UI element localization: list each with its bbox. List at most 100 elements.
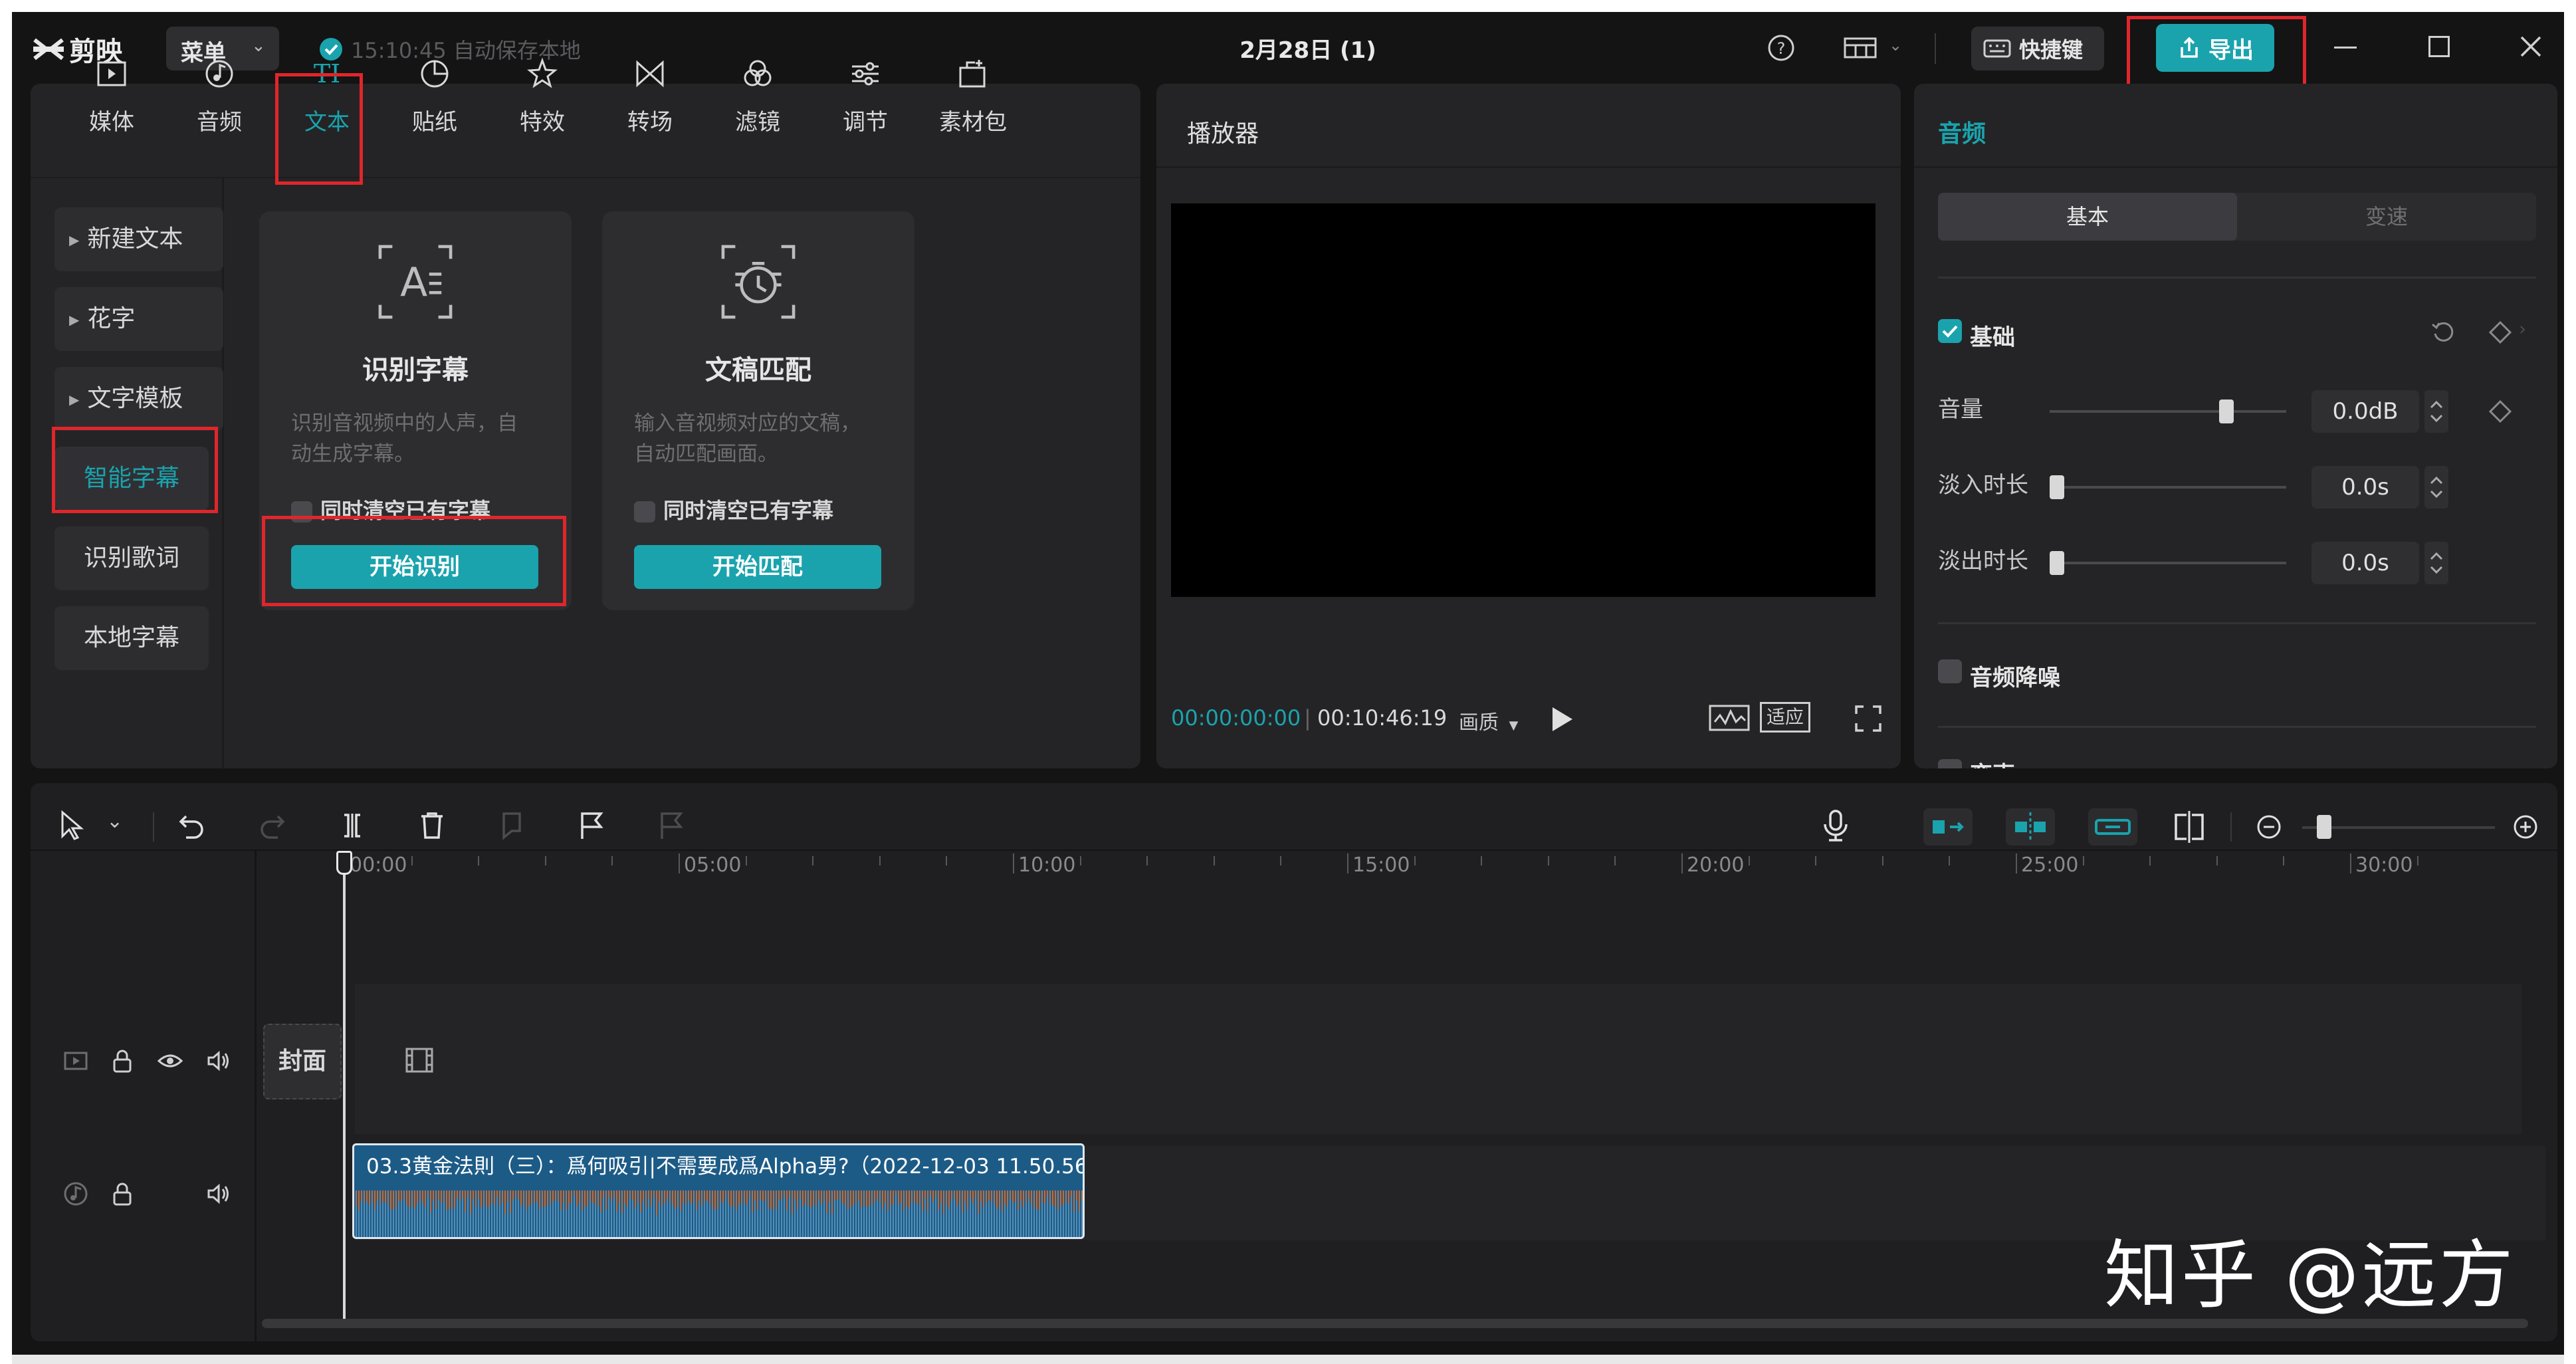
linkage-button[interactable] bbox=[2088, 808, 2137, 846]
quality-dropdown[interactable]: 画质 ▼ bbox=[1459, 706, 1518, 735]
help-icon[interactable]: ? bbox=[1767, 33, 1796, 62]
microphone-icon[interactable] bbox=[1821, 808, 1850, 843]
tab-transition[interactable]: 转场 bbox=[610, 52, 690, 136]
tab-material-pack[interactable]: 素材包 bbox=[933, 52, 1013, 136]
audio-icon bbox=[205, 60, 233, 88]
tab-basic[interactable]: 基本 bbox=[1938, 193, 2237, 241]
fit-button[interactable]: 适应 bbox=[1760, 702, 1810, 733]
fade-out-slider-handle[interactable] bbox=[2050, 551, 2064, 575]
tab-speed[interactable]: 变速 bbox=[2237, 193, 2536, 241]
link-icon bbox=[2095, 819, 2131, 835]
eye-icon[interactable] bbox=[157, 1048, 183, 1074]
sidebar-item[interactable]: ▶ 文字模板 bbox=[54, 367, 223, 431]
auto-snap-button[interactable] bbox=[2006, 808, 2055, 846]
cover-button[interactable]: 封面 bbox=[263, 1024, 342, 1099]
tab-sticker[interactable]: 贴纸 bbox=[395, 52, 475, 136]
card-title: 识别字幕 bbox=[362, 355, 469, 386]
shortcut-button[interactable]: 快捷键 bbox=[1971, 27, 2104, 70]
fullscreen-icon[interactable] bbox=[1854, 705, 1882, 733]
sidebar-item[interactable]: ▶ 花字 bbox=[54, 287, 223, 351]
card-description: 输入音视频对应的文稿， 自动匹配画面。 bbox=[634, 411, 861, 466]
tab-effects[interactable]: 特效 bbox=[502, 52, 582, 136]
ruler-tick bbox=[946, 856, 948, 865]
voice-change-checkbox[interactable] bbox=[1938, 759, 1962, 768]
sidebar-item[interactable]: 本地字幕 bbox=[54, 606, 209, 670]
fade-in-slider-track[interactable] bbox=[2050, 486, 2286, 489]
track-header-column bbox=[31, 851, 257, 1341]
lock-icon[interactable] bbox=[109, 1181, 136, 1207]
close-icon[interactable] bbox=[2519, 35, 2543, 58]
caret-down-icon: ▼ bbox=[1509, 719, 1519, 733]
volume-slider-handle[interactable] bbox=[2219, 399, 2234, 423]
ruler-tick bbox=[2016, 853, 2017, 873]
minimize-icon[interactable] bbox=[2334, 47, 2357, 49]
playhead-handle[interactable] bbox=[336, 851, 352, 875]
chevron-down-icon[interactable]: ⌄ bbox=[106, 810, 123, 833]
chevron-right-icon: › bbox=[2519, 318, 2527, 340]
player-header-divider bbox=[1156, 166, 1901, 168]
start-match-button[interactable]: 开始匹配 bbox=[634, 545, 881, 589]
delete-icon[interactable] bbox=[417, 811, 447, 840]
volume-stepper[interactable] bbox=[2424, 390, 2448, 433]
fade-in-stepper[interactable] bbox=[2424, 466, 2448, 509]
zoom-in-icon[interactable] bbox=[2512, 814, 2539, 840]
freeze-frame-icon[interactable] bbox=[497, 811, 526, 840]
waveform-icon[interactable] bbox=[1708, 702, 1751, 734]
reset-icon[interactable] bbox=[2430, 319, 2456, 346]
lock-icon[interactable] bbox=[109, 1048, 136, 1074]
ruler-label: 25:00 bbox=[2021, 853, 2079, 877]
ruler-label: 00:00 bbox=[350, 853, 407, 877]
tab-label: 调节 bbox=[843, 109, 888, 136]
adjust-icon bbox=[852, 62, 879, 86]
tab-filter[interactable]: 滤镜 bbox=[718, 52, 798, 136]
keyboard-icon bbox=[1983, 39, 2011, 58]
layout-button[interactable]: ⌄ bbox=[1842, 33, 1909, 62]
marker-icon[interactable] bbox=[657, 811, 686, 840]
ruler-label: 10:00 bbox=[1018, 853, 1076, 877]
ruler-tick bbox=[1347, 853, 1348, 873]
tab-adjust[interactable]: 调节 bbox=[825, 52, 905, 136]
clear-existing-captions-checkbox[interactable]: 同时清空已有字幕 bbox=[634, 494, 833, 524]
watermark: 知乎 @远方 bbox=[2104, 1232, 2516, 1319]
undo-icon[interactable] bbox=[177, 811, 206, 840]
volume-input[interactable]: 0.0dB bbox=[2311, 390, 2419, 433]
play-icon[interactable] bbox=[1550, 706, 1574, 733]
playhead[interactable] bbox=[343, 851, 346, 1327]
fade-in-slider-handle[interactable] bbox=[2050, 475, 2064, 499]
basic-section-checkbox[interactable] bbox=[1938, 319, 1962, 343]
sidebar-item[interactable]: 识别歌词 bbox=[54, 526, 209, 590]
volume-slider-track[interactable] bbox=[2050, 410, 2286, 413]
filter-icon bbox=[744, 60, 772, 86]
checkbox-box bbox=[634, 501, 655, 522]
fade-out-slider-track[interactable] bbox=[2050, 562, 2286, 564]
card-title: 文稿匹配 bbox=[705, 355, 811, 386]
speaker-icon[interactable] bbox=[205, 1181, 231, 1207]
zoom-out-icon[interactable] bbox=[2256, 814, 2282, 840]
fade-in-input[interactable]: 0.0s bbox=[2311, 466, 2419, 509]
split-icon[interactable] bbox=[338, 811, 367, 840]
main-track-magnet-button[interactable] bbox=[1923, 808, 1973, 846]
maximize-icon[interactable] bbox=[2428, 36, 2450, 57]
tab-audio[interactable]: 音频 bbox=[179, 52, 259, 136]
fade-out-stepper[interactable] bbox=[2424, 542, 2448, 584]
noise-reduction-checkbox[interactable] bbox=[1938, 659, 1962, 683]
ruler-tick bbox=[478, 856, 480, 865]
keyframe-icon[interactable] bbox=[2488, 320, 2512, 344]
audio-clip[interactable]: 03.3黄金法則（三）：爲何吸引|不需要成爲Alpha男?（2022-12-03… bbox=[352, 1143, 1085, 1239]
preview-axis-icon[interactable] bbox=[2171, 810, 2208, 844]
speaker-icon[interactable] bbox=[205, 1048, 231, 1074]
audio-panel-header-divider bbox=[1914, 166, 2557, 168]
tab-media[interactable]: 媒体 bbox=[72, 52, 152, 136]
select-tool-icon[interactable] bbox=[57, 810, 86, 842]
ruler-tick bbox=[611, 856, 613, 865]
fade-out-input[interactable]: 0.0s bbox=[2311, 542, 2419, 584]
tab-label: 转场 bbox=[627, 109, 673, 136]
keyframe-icon[interactable] bbox=[2488, 399, 2512, 423]
zoom-slider-handle[interactable] bbox=[2316, 815, 2331, 839]
sidebar-item[interactable]: ▶ 新建文本 bbox=[54, 207, 223, 271]
time-ruler[interactable]: 00:00 05:00 10:00 15:00 20:00 25:00 30:00 bbox=[258, 851, 2556, 884]
redo-icon[interactable] bbox=[258, 811, 287, 840]
video-preview[interactable] bbox=[1171, 203, 1876, 597]
flag-icon[interactable] bbox=[577, 811, 606, 840]
tab-speed-label: 变速 bbox=[2365, 204, 2408, 229]
